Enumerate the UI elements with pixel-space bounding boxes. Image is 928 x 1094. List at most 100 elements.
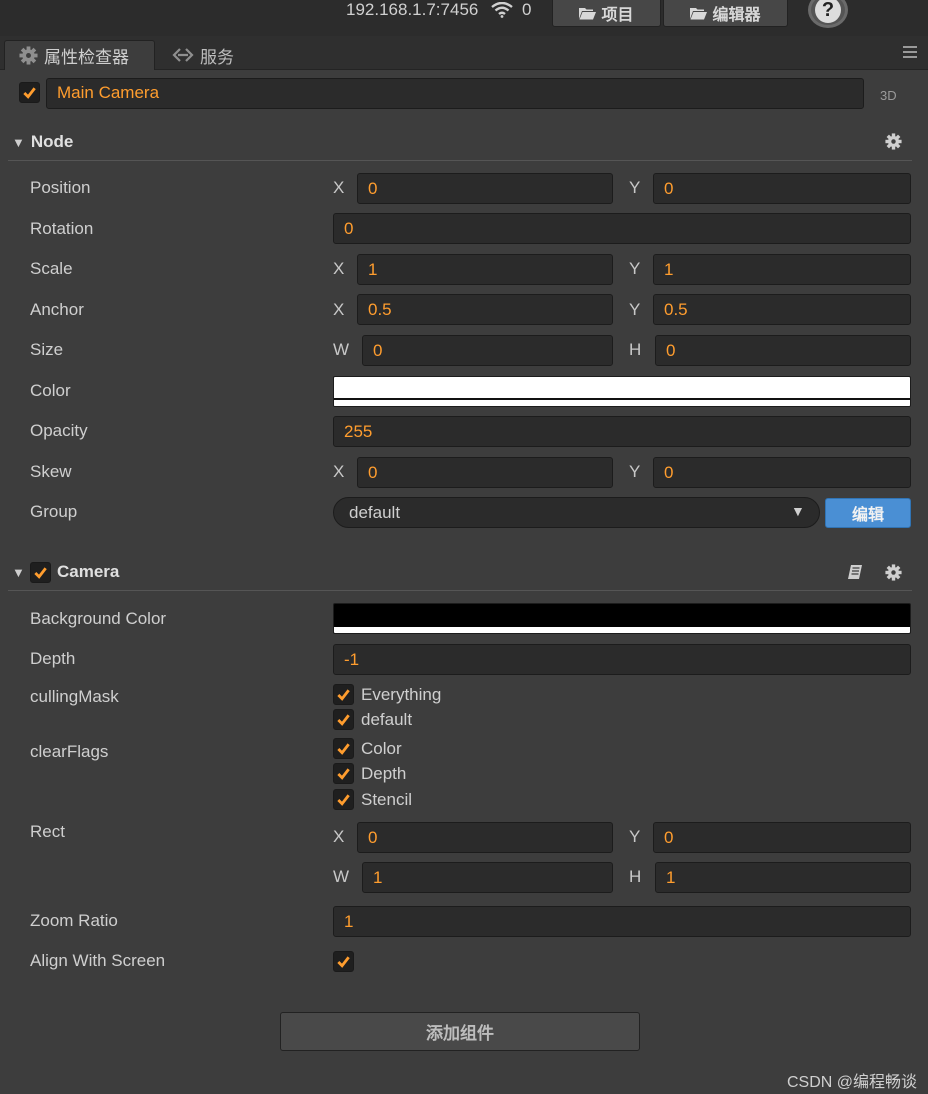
position-x-axis: X	[333, 178, 345, 197]
skew-y-axis: Y	[629, 462, 641, 481]
scale-label: Scale	[30, 259, 73, 278]
culling-everything-checkbox[interactable]	[333, 684, 354, 705]
watermark: CSDN @编程畅谈	[787, 1074, 918, 1091]
3d-mode-label[interactable]: 3D	[880, 88, 897, 103]
camera-section-header[interactable]: ▼	[8, 555, 912, 589]
camera-section-title: Camera	[57, 562, 120, 581]
anchor-label: Anchor	[30, 300, 84, 319]
rect-h-axis: H	[629, 867, 642, 886]
clear-depth-label: Depth	[361, 764, 407, 783]
anchor-y-input[interactable]: 0.5	[653, 294, 911, 325]
collapse-arrow-icon: ▼	[12, 564, 25, 580]
group-edit-button[interactable]: 编辑	[825, 498, 911, 528]
rect-x-axis: X	[333, 827, 345, 846]
check-icon	[337, 689, 350, 701]
server-address: 192.168.1.7:7456	[346, 0, 479, 19]
rect-y-input[interactable]: 0	[653, 822, 911, 853]
position-y-axis: Y	[629, 178, 641, 197]
zoom-ratio-input[interactable]: 1	[333, 906, 911, 937]
check-icon	[337, 794, 350, 806]
connection-count: 0	[522, 0, 532, 19]
size-w-axis: W	[333, 340, 350, 359]
culling-default-checkbox[interactable]	[333, 709, 354, 730]
depth-label: Depth	[30, 649, 76, 668]
book-icon[interactable]	[847, 564, 863, 580]
tab-inspector[interactable]: 属性检查器	[4, 40, 155, 70]
tab-service[interactable]: 服务	[158, 40, 246, 70]
size-h-axis: H	[629, 340, 642, 359]
size-w-input[interactable]: 0	[362, 335, 613, 366]
align-with-screen-label: Align With Screen	[30, 951, 166, 970]
collapse-arrow-icon: ▼	[12, 134, 25, 150]
link-icon	[172, 48, 194, 62]
align-with-screen-checkbox[interactable]	[333, 951, 354, 972]
tab-inspector-label: 属性检查器	[44, 48, 129, 67]
position-label: Position	[30, 178, 91, 197]
rotation-input[interactable]: 0	[333, 213, 911, 244]
group-select[interactable]: default	[333, 497, 820, 528]
menu-icon[interactable]	[903, 46, 917, 58]
size-label: Size	[30, 340, 64, 359]
opacity-input[interactable]: 255	[333, 416, 911, 447]
folder-open-icon	[690, 7, 708, 19]
skew-y-input[interactable]: 0	[653, 457, 911, 488]
size-h-input[interactable]: 0	[655, 335, 911, 366]
gear-icon	[19, 46, 38, 65]
clear-stencil-label: Stencil	[361, 790, 413, 809]
color-swatch[interactable]	[333, 376, 911, 407]
scale-y-axis: Y	[629, 259, 641, 278]
culling-default-label: default	[361, 710, 413, 729]
section-divider	[8, 590, 912, 591]
zoom-ratio-label: Zoom Ratio	[30, 911, 118, 930]
gear-icon[interactable]	[885, 133, 902, 150]
scale-x-input[interactable]: 1	[357, 254, 613, 285]
skew-x-axis: X	[333, 462, 345, 481]
node-section-header[interactable]: ▼ Node	[8, 125, 912, 159]
rotation-label: Rotation	[30, 219, 94, 238]
node-name-input[interactable]: Main Camera	[46, 78, 864, 109]
skew-x-input[interactable]: 0	[357, 457, 613, 488]
folder-open-icon	[579, 7, 597, 19]
position-y-input[interactable]: 0	[653, 173, 911, 204]
project-button[interactable]: 项目	[552, 0, 661, 27]
anchor-x-input[interactable]: 0.5	[357, 294, 613, 325]
opacity-label: Opacity	[30, 421, 88, 440]
background-color-swatch[interactable]	[333, 603, 911, 634]
add-component-button[interactable]: 添加组件	[280, 1012, 640, 1051]
alpha-bar	[334, 400, 910, 406]
clear-stencil-checkbox[interactable]	[333, 789, 354, 810]
check-icon	[23, 87, 36, 99]
editor-button[interactable]: 编辑器	[663, 0, 788, 27]
check-icon	[337, 714, 350, 726]
skew-label: Skew	[30, 462, 72, 481]
color-label: Color	[30, 381, 71, 400]
check-icon	[337, 956, 350, 968]
camera-enabled-checkbox[interactable]	[30, 562, 51, 583]
node-active-checkbox[interactable]	[19, 82, 40, 103]
tab-service-label: 服务	[200, 47, 234, 67]
help-icon: ?	[815, 0, 841, 23]
section-divider	[8, 160, 912, 161]
scale-y-input[interactable]: 1	[653, 254, 911, 285]
clear-color-label: Color	[361, 739, 402, 758]
node-section-title: Node	[30, 132, 74, 151]
rect-h-input[interactable]: 1	[655, 862, 911, 893]
anchor-y-axis: Y	[629, 300, 641, 319]
rect-x-input[interactable]: 0	[357, 822, 613, 853]
check-icon	[337, 768, 350, 780]
gear-icon[interactable]	[885, 564, 902, 581]
scale-x-axis: X	[333, 259, 345, 278]
group-label: Group	[30, 502, 78, 521]
depth-input[interactable]: -1	[333, 644, 911, 675]
clear-color-checkbox[interactable]	[333, 738, 354, 759]
position-x-input[interactable]: 0	[357, 173, 613, 204]
culling-everything-label: Everything	[361, 685, 442, 704]
clear-depth-checkbox[interactable]	[333, 763, 354, 784]
rect-w-input[interactable]: 1	[362, 862, 613, 893]
check-icon	[34, 567, 47, 579]
editor-button-label: 编辑器	[712, 7, 761, 24]
background-color-label: Background Color	[30, 609, 167, 628]
culling-mask-label: cullingMask	[30, 687, 119, 706]
anchor-x-axis: X	[333, 300, 345, 319]
rect-label: Rect	[30, 822, 65, 841]
